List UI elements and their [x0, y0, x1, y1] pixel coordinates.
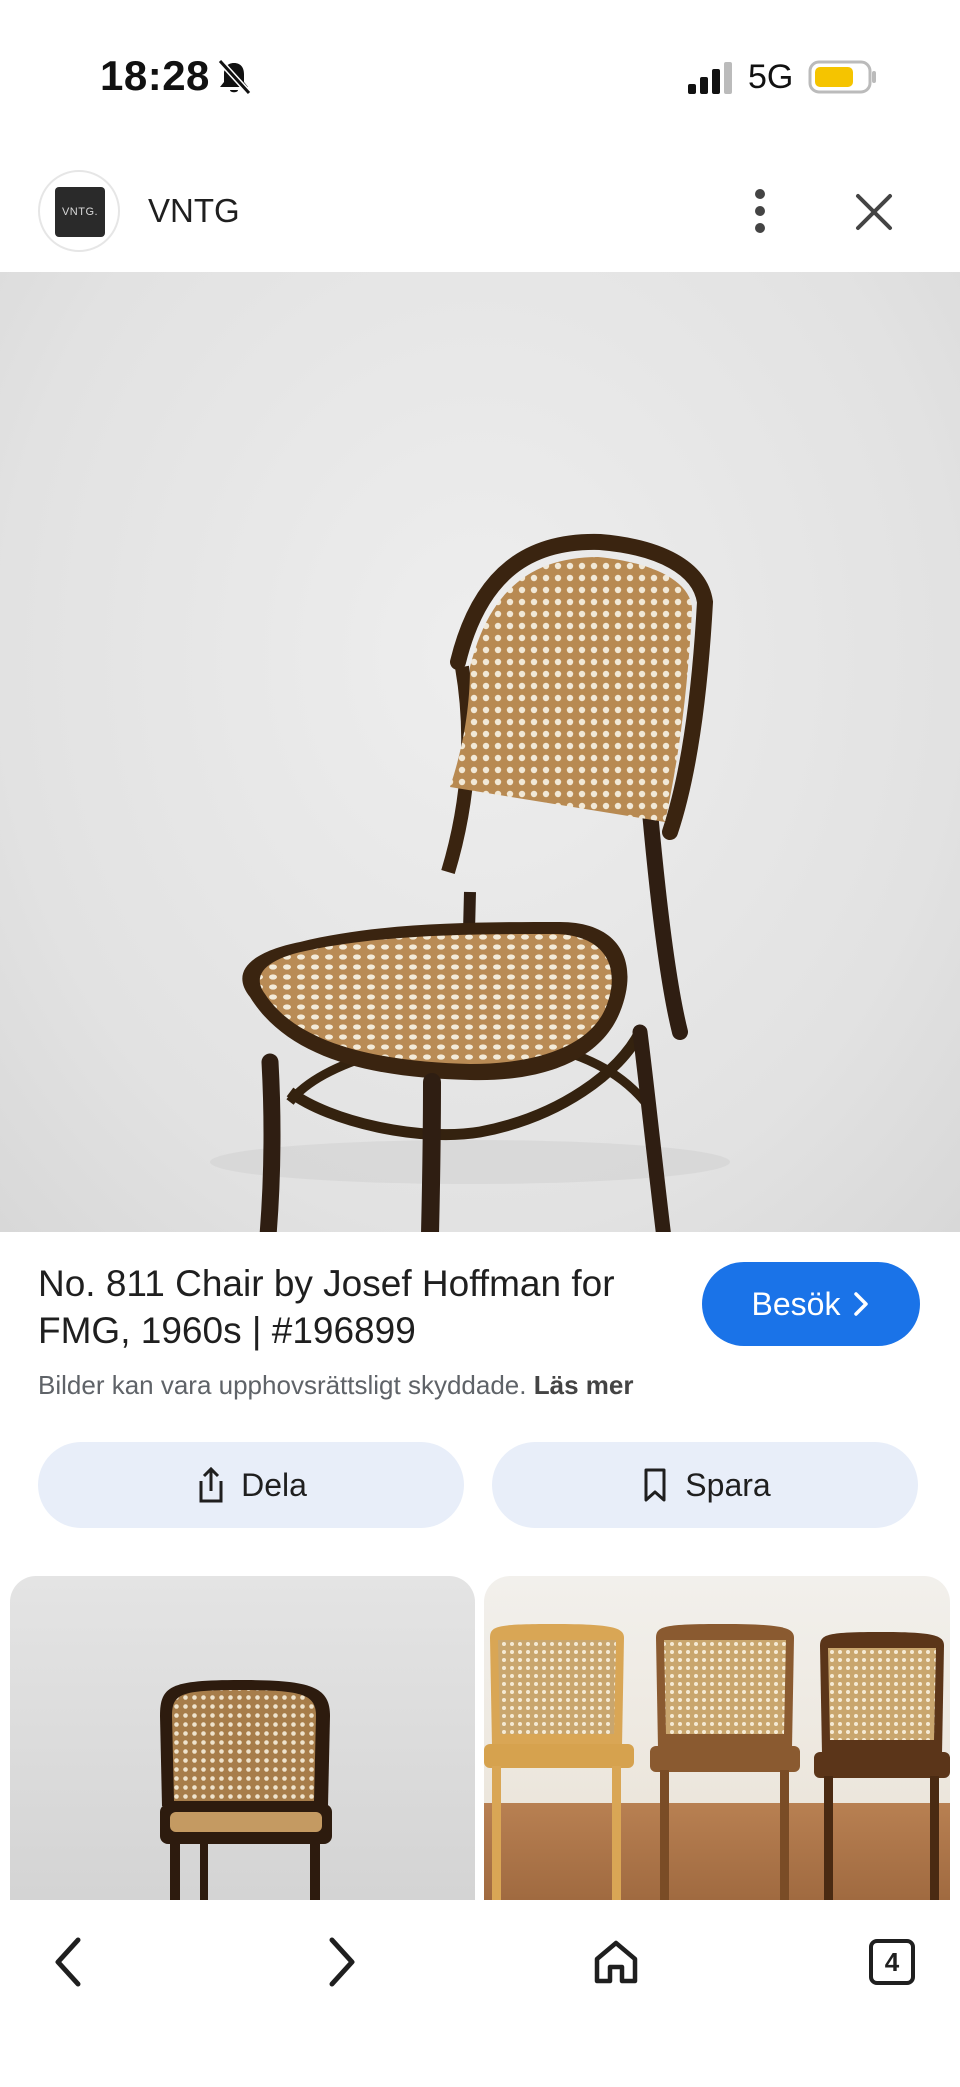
save-label: Spara — [685, 1466, 771, 1503]
tab-count: 4 — [869, 1939, 915, 1985]
related-image-1[interactable] — [10, 1576, 475, 1900]
site-logo-text: VNTG. — [55, 187, 105, 237]
home-button[interactable] — [576, 1922, 656, 2002]
chair-image — [210, 533, 730, 1232]
share-label: Dela — [241, 1466, 307, 1503]
battery-icon — [808, 60, 876, 94]
site-name[interactable]: VNTG — [148, 192, 240, 230]
site-header: VNTG. VNTG — [0, 168, 960, 272]
tabs-button[interactable]: 4 — [852, 1922, 932, 2002]
chevron-right-icon — [854, 1292, 869, 1316]
bell-muted-icon — [217, 58, 252, 96]
chevron-left-icon — [55, 1937, 81, 1987]
copyright-text: Bilder kan vara upphovsrättsligt skyddad… — [38, 1370, 527, 1400]
visit-label: Besök — [751, 1285, 841, 1322]
related-chairs-image — [484, 1624, 950, 1900]
result-title[interactable]: No. 811 Chair by Josef Hoffman for FMG, … — [38, 1260, 678, 1354]
related-image-2[interactable] — [484, 1576, 950, 1900]
network-label: 5G — [748, 58, 794, 96]
share-button[interactable]: Dela — [38, 1442, 464, 1528]
home-icon — [594, 1940, 638, 1984]
forward-button[interactable] — [302, 1922, 382, 2002]
signal-icon — [688, 62, 732, 94]
site-logo[interactable]: VNTG. — [38, 170, 120, 252]
back-button[interactable] — [28, 1922, 108, 2002]
more-options-icon[interactable] — [740, 186, 780, 236]
main-image[interactable] — [0, 272, 960, 1232]
save-button[interactable]: Spara — [492, 1442, 918, 1528]
close-icon[interactable] — [852, 190, 896, 234]
share-icon — [199, 1466, 223, 1503]
read-more-link[interactable]: Läs mer — [534, 1370, 634, 1400]
copyright-notice: Bilder kan vara upphovsrättsligt skyddad… — [38, 1370, 633, 1401]
status-bar: 18:28 5G — [0, 0, 960, 160]
status-time: 18:28 — [100, 52, 210, 99]
bookmark-icon — [644, 1468, 666, 1502]
related-chair-image — [160, 1680, 332, 1900]
visit-button[interactable]: Besök — [702, 1262, 920, 1346]
bottom-navigation: 4 — [0, 1900, 960, 2087]
chevron-right-icon — [329, 1937, 355, 1987]
